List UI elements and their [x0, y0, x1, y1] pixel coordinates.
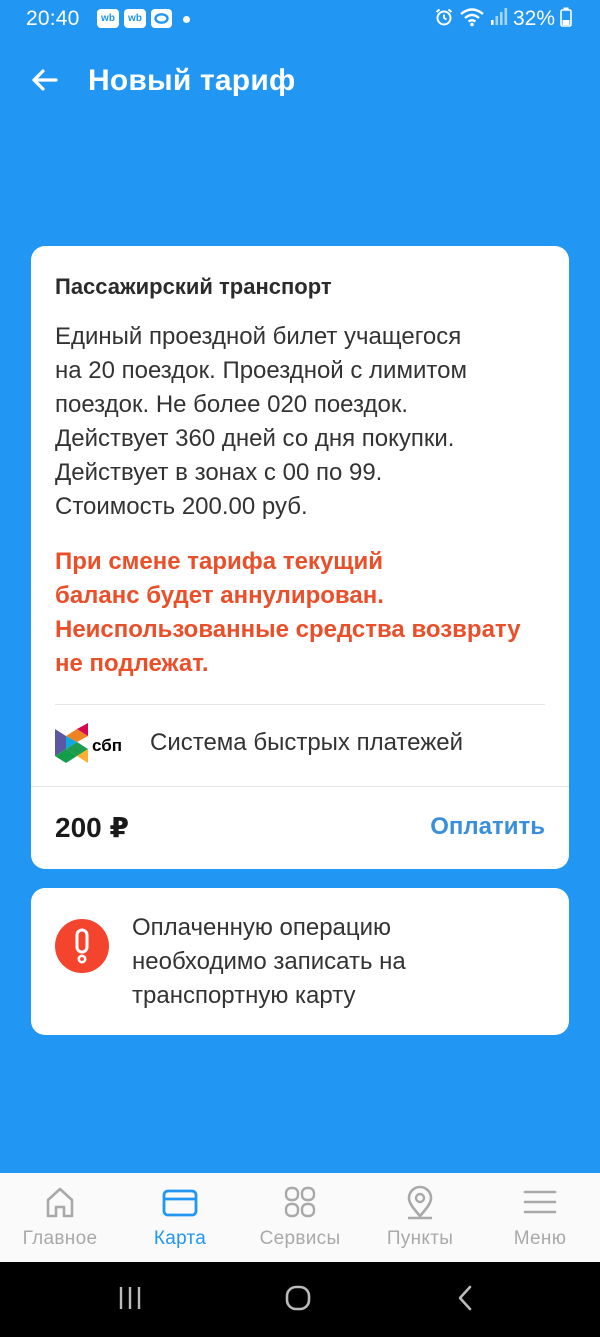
home-icon [40, 1185, 80, 1221]
info-line: транспортную карту [132, 982, 356, 1009]
card-icon [160, 1185, 200, 1221]
tariff-description-line: поездок. Не более 020 поездок. [55, 391, 408, 418]
app-bar: Новый тариф [0, 38, 600, 124]
more-notifications-dot [183, 16, 190, 23]
nav-label: Главное [22, 1228, 98, 1249]
warning-line: не подлежат. [55, 650, 209, 677]
warning-line: При смене тарифа текущий [55, 548, 384, 575]
recent-apps-button[interactable] [110, 1280, 150, 1320]
tariff-description-line: Единый проездной билет учащегося [55, 323, 462, 350]
payment-method-label: Система быстрых платежей [150, 729, 464, 756]
tariff-description-line: на 20 поездок. Проездной с лимитом [55, 357, 467, 384]
status-bar: 20:40 wb wb 32% [0, 0, 600, 38]
recent-apps-icon [116, 1285, 144, 1316]
services-grid-icon [280, 1185, 320, 1221]
divider [31, 786, 569, 787]
nav-label: Пункты [386, 1228, 454, 1249]
tariff-description-line: Стоимость 200.00 руб. [55, 493, 308, 520]
tariff-card: Пассажирский транспорт Единый проездной … [31, 246, 569, 869]
pay-button[interactable]: Оплатить [430, 813, 545, 841]
wifi-icon [459, 7, 485, 32]
tariff-description: Единый проездной билет учащегося на 20 п… [55, 320, 555, 524]
menu-icon [520, 1185, 560, 1221]
wb-notification-icon: wb [124, 9, 146, 28]
nav-item-card[interactable]: Карта [120, 1173, 240, 1262]
tariff-description-line: Действует 360 дней со дня покупки. [55, 425, 455, 452]
bottom-nav: Главное Карта Сервисы Пункты Меню [0, 1173, 600, 1262]
system-nav-bar [0, 1262, 600, 1337]
info-line: необходимо записать на [132, 948, 406, 975]
status-time: 20:40 [26, 7, 80, 30]
warning-line: баланс будет аннулирован. [55, 582, 384, 609]
price: 200 ₽ [55, 812, 129, 843]
wb-notification-icon: wb [97, 9, 119, 28]
chevron-left-icon [454, 1284, 478, 1317]
alarm-icon [434, 7, 454, 32]
tariff-title: Пассажирский транспорт [55, 274, 332, 299]
page-title: Новый тариф [88, 64, 296, 97]
battery-icon [560, 7, 572, 32]
back-button[interactable] [20, 58, 68, 106]
nav-item-points[interactable]: Пункты [360, 1173, 480, 1262]
nav-label: Сервисы [259, 1228, 341, 1249]
payment-method-sbp[interactable]: сбп Система быстрых платежей [31, 706, 569, 786]
nav-label: Меню [513, 1228, 567, 1249]
nav-label: Карта [153, 1228, 207, 1249]
status-indicators: 32% [434, 6, 572, 32]
divider [55, 704, 545, 705]
balance-warning: При смене тарифа текущий баланс будет ан… [55, 545, 555, 681]
tariff-description-line: Действует в зонах с 00 по 99. [55, 459, 383, 486]
location-pin-icon [400, 1185, 440, 1221]
sbp-logo-text: сбп [92, 736, 122, 755]
nav-item-menu[interactable]: Меню [480, 1173, 600, 1262]
nav-item-home[interactable]: Главное [0, 1173, 120, 1262]
app-notification-icon [151, 9, 172, 28]
home-button[interactable] [278, 1280, 318, 1320]
info-card: Оплаченную операцию необходимо записать … [31, 888, 569, 1035]
sbp-logo: сбп [53, 723, 127, 767]
home-circle-icon [284, 1284, 312, 1317]
warning-line: Неиспользованные средства возврату [55, 616, 521, 643]
info-message: Оплаченную операцию необходимо записать … [132, 911, 552, 1013]
info-line: Оплаченную операцию [132, 914, 392, 941]
alert-icon [54, 918, 110, 974]
battery-percent: 32% [512, 7, 555, 30]
signal-icon [490, 7, 508, 32]
system-back-button[interactable] [446, 1280, 486, 1320]
arrow-left-icon [29, 65, 59, 100]
nav-item-services[interactable]: Сервисы [240, 1173, 360, 1262]
